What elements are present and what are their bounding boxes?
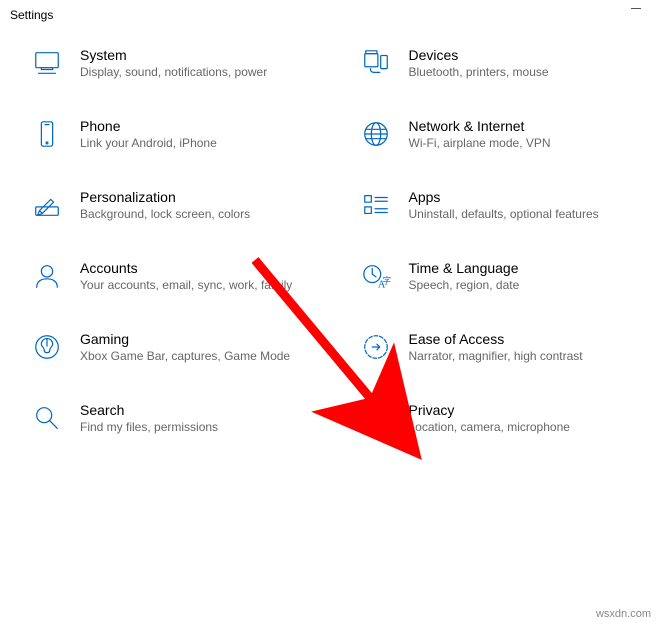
- tile-desc: Your accounts, email, sync, work, family: [80, 277, 309, 294]
- tile-title: Gaming: [80, 330, 309, 348]
- tile-title: Privacy: [409, 401, 638, 419]
- phone-icon: [30, 117, 64, 151]
- tile-desc: Find my files, permissions: [80, 419, 309, 436]
- globe-icon: [359, 117, 393, 151]
- tile-privacy[interactable]: Privacy Location, camera, microphone: [339, 385, 648, 456]
- lock-icon: [359, 401, 393, 435]
- tile-desc: Background, lock screen, colors: [80, 206, 309, 223]
- clock-language-icon: A字: [359, 259, 393, 293]
- tile-title: Personalization: [80, 188, 309, 206]
- tile-ease-of-access[interactable]: Ease of Access Narrator, magnifier, high…: [339, 314, 648, 385]
- tile-title: Accounts: [80, 259, 309, 277]
- tile-network[interactable]: Network & Internet Wi-Fi, airplane mode,…: [339, 101, 648, 172]
- pen-icon: [30, 188, 64, 222]
- tile-phone[interactable]: Phone Link your Android, iPhone: [10, 101, 319, 172]
- apps-list-icon: [359, 188, 393, 222]
- window-titlebar: Settings: [0, 0, 657, 30]
- settings-grid: System Display, sound, notifications, po…: [0, 30, 657, 456]
- tile-system[interactable]: System Display, sound, notifications, po…: [10, 30, 319, 101]
- window-title: Settings: [10, 8, 53, 22]
- ease-of-access-icon: [359, 330, 393, 364]
- gaming-icon: [30, 330, 64, 364]
- tile-title: Search: [80, 401, 309, 419]
- tile-desc: Bluetooth, printers, mouse: [409, 64, 638, 81]
- svg-text:字: 字: [382, 275, 390, 285]
- person-icon: [30, 259, 64, 293]
- tile-desc: Xbox Game Bar, captures, Game Mode: [80, 348, 309, 365]
- tile-title: Phone: [80, 117, 309, 135]
- tile-devices[interactable]: Devices Bluetooth, printers, mouse: [339, 30, 648, 101]
- system-icon: [30, 46, 64, 80]
- tile-time-language[interactable]: A字 Time & Language Speech, region, date: [339, 243, 648, 314]
- tile-search[interactable]: Search Find my files, permissions: [10, 385, 319, 456]
- tile-apps[interactable]: Apps Uninstall, defaults, optional featu…: [339, 172, 648, 243]
- devices-icon: [359, 46, 393, 80]
- tile-title: Network & Internet: [409, 117, 638, 135]
- tile-desc: Location, camera, microphone: [409, 419, 638, 436]
- tile-desc: Wi-Fi, airplane mode, VPN: [409, 135, 638, 152]
- tile-desc: Speech, region, date: [409, 277, 638, 294]
- tile-title: System: [80, 46, 309, 64]
- minimize-icon[interactable]: [631, 8, 641, 9]
- tile-title: Apps: [409, 188, 638, 206]
- tile-desc: Link your Android, iPhone: [80, 135, 309, 152]
- tile-title: Time & Language: [409, 259, 638, 277]
- tile-desc: Display, sound, notifications, power: [80, 64, 309, 81]
- tile-desc: Uninstall, defaults, optional features: [409, 206, 638, 223]
- watermark: wsxdn.com: [596, 608, 651, 620]
- tile-title: Devices: [409, 46, 638, 64]
- search-icon: [30, 401, 64, 435]
- tile-personalization[interactable]: Personalization Background, lock screen,…: [10, 172, 319, 243]
- tile-title: Ease of Access: [409, 330, 638, 348]
- tile-accounts[interactable]: Accounts Your accounts, email, sync, wor…: [10, 243, 319, 314]
- tile-desc: Narrator, magnifier, high contrast: [409, 348, 638, 365]
- tile-gaming[interactable]: Gaming Xbox Game Bar, captures, Game Mod…: [10, 314, 319, 385]
